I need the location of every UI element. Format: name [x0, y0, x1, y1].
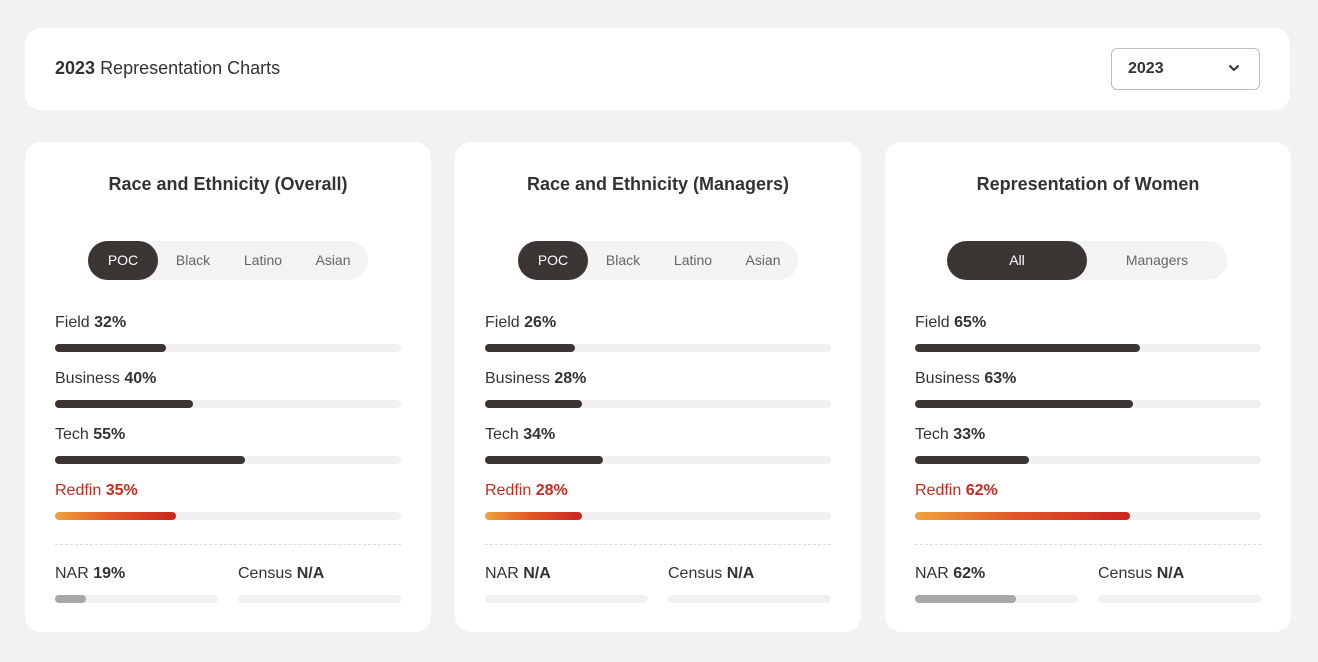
card-race-overall: Race and Ethnicity (Overall) POC Black L…: [25, 142, 431, 632]
card-title: Race and Ethnicity (Managers): [526, 174, 790, 194]
benchmark-label-nar: NAR 62%: [915, 565, 986, 582]
progress-track-field: [915, 344, 1261, 352]
tab-managers[interactable]: Managers: [1087, 241, 1227, 280]
progress-track-tech: [915, 456, 1261, 464]
card-race-managers: Race and Ethnicity (Managers) POC Black …: [455, 142, 861, 632]
metric-label-redfin: Redfin 35%: [55, 482, 138, 499]
progress-fill-business: [485, 400, 582, 408]
divider: [485, 544, 831, 545]
progress-fill-tech: [915, 456, 1030, 464]
metric-label-redfin: Redfin 28%: [485, 482, 568, 499]
metric-label-tech: Tech 33%: [915, 426, 986, 443]
header-panel: 2023 Representation Charts 2023: [25, 28, 1290, 110]
tab-black[interactable]: Black: [158, 241, 228, 280]
tab-asian[interactable]: Asian: [728, 241, 798, 280]
benchmark-track-census: [668, 595, 831, 603]
benchmark-fill-nar: [915, 595, 1017, 603]
benchmark-label-census: Census N/A: [668, 565, 755, 582]
tab-latino[interactable]: Latino: [658, 241, 728, 280]
benchmark-label-census: Census N/A: [1098, 565, 1185, 582]
metric-label-business: Business 40%: [55, 370, 157, 387]
progress-track-redfin: [485, 512, 831, 520]
benchmark-track-nar: [55, 595, 218, 603]
progress-track-business: [55, 400, 401, 408]
tab-all[interactable]: All: [947, 241, 1087, 280]
progress-fill-field: [55, 344, 166, 352]
metric-label-tech: Tech 34%: [485, 426, 556, 443]
page-title-text: Representation Charts: [100, 58, 281, 78]
progress-fill-field: [915, 344, 1140, 352]
benchmark-track-nar: [485, 595, 648, 603]
metric-label-field: Field 65%: [915, 314, 987, 331]
progress-fill-redfin: [485, 512, 582, 520]
tab-poc[interactable]: POC: [518, 241, 588, 280]
tab-group: All Managers: [947, 241, 1227, 280]
progress-fill-tech: [485, 456, 603, 464]
tab-poc[interactable]: POC: [88, 241, 158, 280]
progress-track-field: [485, 344, 831, 352]
benchmark-label-nar: NAR N/A: [485, 565, 551, 582]
tab-group: POC Black Latino Asian: [518, 241, 798, 280]
divider: [915, 544, 1261, 545]
progress-fill-business: [915, 400, 1133, 408]
tab-group: POC Black Latino Asian: [88, 241, 368, 280]
metric-label-tech: Tech 55%: [55, 426, 126, 443]
progress-track-business: [485, 400, 831, 408]
progress-fill-tech: [55, 456, 246, 464]
progress-track-field: [55, 344, 401, 352]
progress-track-redfin: [915, 512, 1261, 520]
tab-asian[interactable]: Asian: [298, 241, 368, 280]
metric-label-field: Field 32%: [55, 314, 127, 331]
progress-track-redfin: [55, 512, 401, 520]
page-title-year: 2023: [55, 58, 96, 78]
progress-fill-business: [55, 400, 194, 408]
progress-fill-redfin: [55, 512, 177, 520]
chevron-down-icon: [1229, 65, 1239, 71]
year-select-value: 2023: [1128, 60, 1164, 77]
progress-track-tech: [55, 456, 401, 464]
year-select[interactable]: 2023: [1111, 48, 1260, 90]
metric-label-redfin: Redfin 62%: [915, 482, 998, 499]
benchmark-fill-nar: [55, 595, 86, 603]
metric-label-field: Field 26%: [485, 314, 557, 331]
page-title: 2023 Representation Charts: [55, 58, 280, 79]
progress-track-business: [915, 400, 1261, 408]
tab-black[interactable]: Black: [588, 241, 658, 280]
benchmark-track-census: [1098, 595, 1261, 603]
card-title: Representation of Women: [976, 174, 1200, 194]
benchmark-label-nar: NAR 19%: [55, 565, 126, 582]
divider: [55, 544, 401, 545]
benchmark-track-nar: [915, 595, 1078, 603]
metric-label-business: Business 63%: [915, 370, 1017, 387]
card-title: Race and Ethnicity (Overall): [108, 174, 348, 194]
benchmark-label-census: Census N/A: [238, 565, 325, 582]
card-women: Representation of Women All Managers Fie…: [885, 142, 1291, 632]
progress-fill-redfin: [915, 512, 1130, 520]
progress-track-tech: [485, 456, 831, 464]
progress-fill-field: [485, 344, 575, 352]
metric-label-business: Business 28%: [485, 370, 587, 387]
benchmark-track-census: [238, 595, 401, 603]
tab-latino[interactable]: Latino: [228, 241, 298, 280]
